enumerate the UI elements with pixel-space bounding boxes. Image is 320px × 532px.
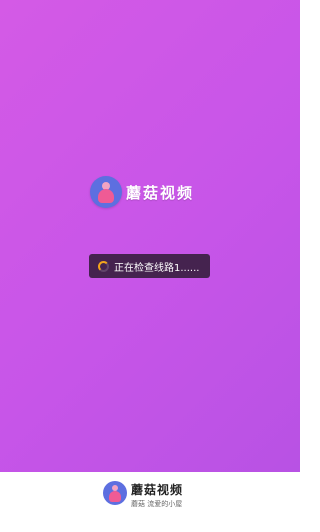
app-logo-icon: [90, 176, 122, 208]
footer-brand: 蘑菇视频 蘑菇 流爱的小屋: [0, 472, 300, 532]
loading-toast: 正在检查线路1......: [89, 254, 210, 278]
splash-screen: 蘑菇视频 正在检查线路1......: [0, 0, 300, 472]
footer-app-name: 蘑菇视频: [131, 483, 184, 497]
footer-tagline: 蘑菇 流爱的小屋: [131, 500, 183, 508]
splash-logo: 蘑菇视频: [90, 176, 194, 208]
loading-text: 正在检查线路1......: [114, 262, 200, 274]
footer-logo-icon: [103, 481, 127, 505]
app-name: 蘑菇视频: [126, 183, 195, 202]
loading-spinner-icon: [98, 260, 109, 272]
